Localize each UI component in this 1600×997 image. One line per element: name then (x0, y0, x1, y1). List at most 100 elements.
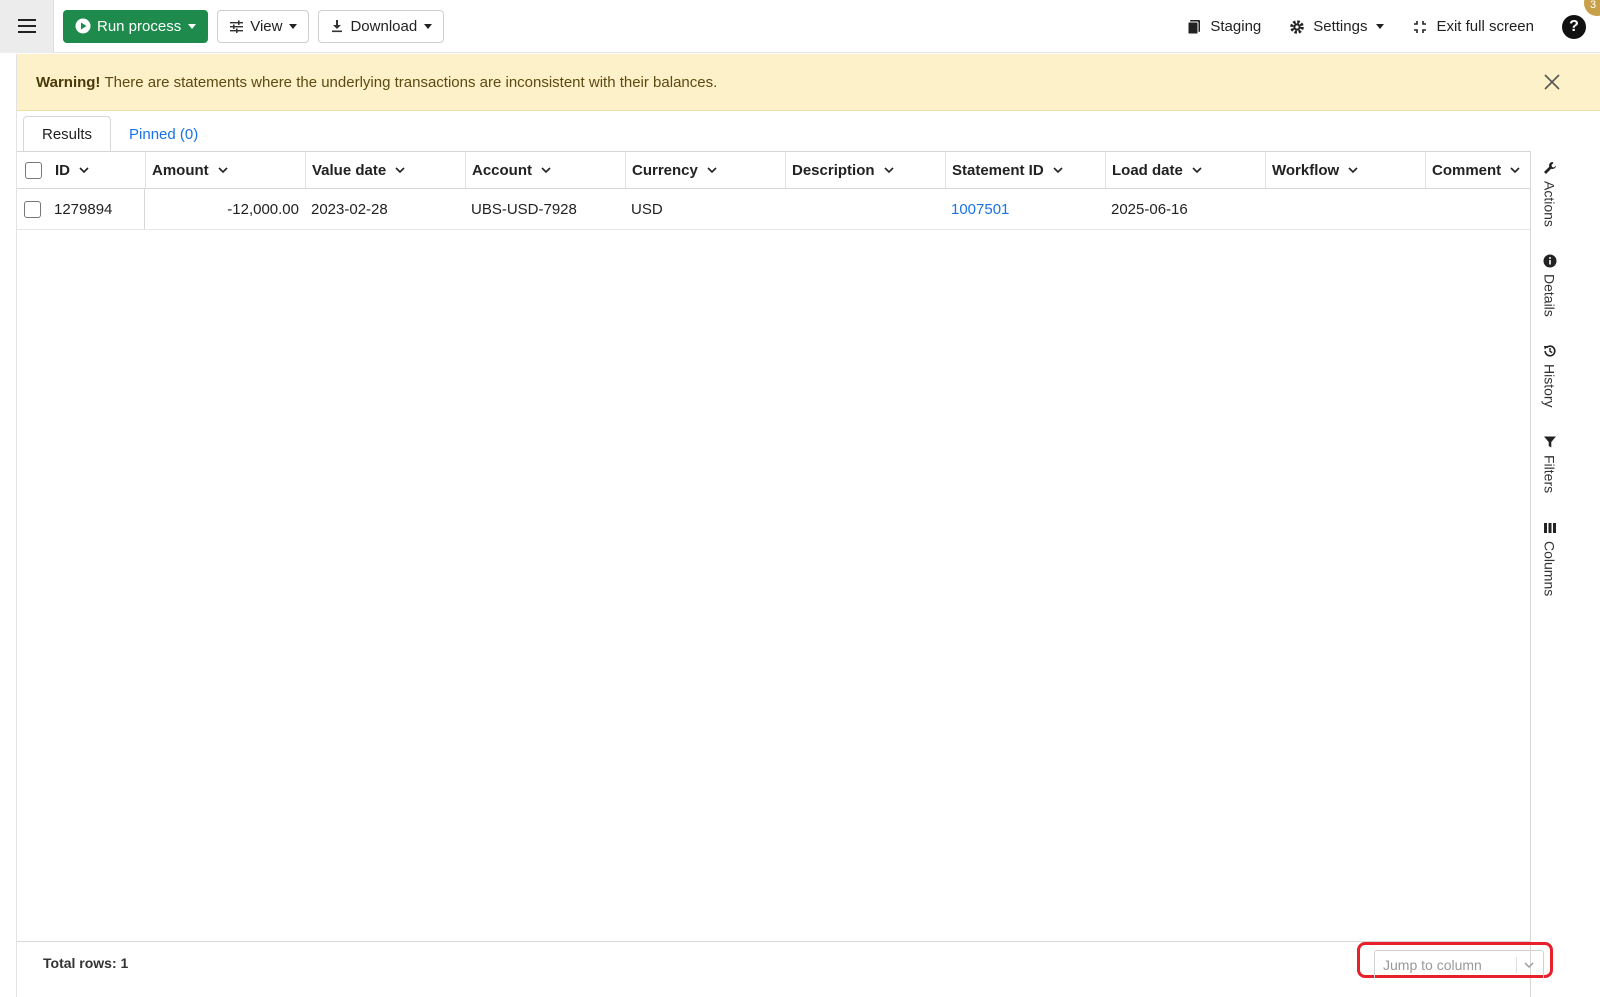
statement-id-link[interactable]: 1007501 (951, 201, 1009, 218)
total-rows: Total rows: 1 (43, 955, 128, 971)
column-label: Amount (152, 161, 209, 179)
notification-count: 3 (1590, 0, 1597, 11)
tab-results[interactable]: Results (23, 116, 112, 152)
warning-label: Warning! (36, 73, 101, 91)
warning-message: There are statements where the underlyin… (104, 73, 718, 91)
result-tabs: Results Pinned (0) (23, 116, 216, 152)
sidebar-item-label: Filters (1541, 455, 1558, 494)
chevron-down-icon (79, 167, 89, 174)
view-button[interactable]: View (217, 9, 310, 43)
column-label: Currency (632, 161, 698, 179)
column-label: Workflow (1272, 161, 1340, 179)
filter-icon (1543, 436, 1556, 448)
chevron-down-icon (1348, 167, 1358, 174)
column-header-statement-id[interactable]: Statement ID (945, 152, 1105, 188)
history-icon (1543, 345, 1556, 357)
total-rows-label: Total rows: (43, 955, 117, 971)
columns-icon (1543, 523, 1556, 533)
column-header-description[interactable]: Description (785, 152, 945, 188)
download-label: Download (350, 17, 418, 35)
warning-banner: Warning! There are statements where the … (17, 54, 1600, 111)
row-id: 1279894 (54, 200, 113, 218)
menu-toggle-button[interactable] (0, 0, 54, 53)
sidebar-item-actions[interactable]: Actions (1531, 161, 1568, 227)
column-header-id[interactable]: ID (17, 152, 145, 188)
column-header-amount[interactable]: Amount (145, 152, 305, 188)
select-separator (1516, 957, 1517, 973)
chevron-down-icon (1510, 167, 1520, 174)
results-grid: ID Amount Value date Account Currency De… (17, 151, 1530, 941)
exit-full-screen-label: Exit full screen (1436, 18, 1534, 35)
documents-icon (1187, 19, 1201, 34)
chevron-down-icon (1192, 167, 1202, 174)
sidebar-item-label: Details (1541, 274, 1558, 317)
chevron-down-icon (218, 167, 228, 174)
column-header-currency[interactable]: Currency (625, 152, 785, 188)
cell-amount: -12,000.00 (227, 200, 299, 218)
column-header-value-date[interactable]: Value date (305, 152, 465, 188)
hamburger-icon (17, 19, 36, 33)
top-toolbar: Run process View Download Staging Settin… (0, 0, 1600, 53)
cell-statement-id: 1007501 (945, 189, 1105, 229)
column-label: ID (55, 161, 70, 179)
staging-button[interactable]: Staging (1186, 18, 1261, 35)
column-header-comment[interactable]: Comment (1425, 152, 1530, 188)
row-checkbox[interactable] (24, 200, 41, 218)
sidebar-item-label: Actions (1541, 181, 1558, 227)
column-label: Statement ID (952, 161, 1044, 179)
settings-label: Settings (1313, 18, 1368, 35)
sliders-icon (230, 20, 244, 33)
sidebar-item-label: History (1541, 364, 1558, 408)
compress-icon (1414, 20, 1427, 33)
column-header-account[interactable]: Account (465, 152, 625, 188)
download-icon (332, 20, 343, 33)
chevron-down-icon (1053, 167, 1063, 174)
view-label: View (250, 17, 283, 35)
sidebar-item-details[interactable]: Details (1531, 254, 1568, 317)
column-label: Description (792, 161, 875, 179)
gear-icon (1290, 19, 1305, 34)
grid-header: ID Amount Value date Account Currency De… (17, 152, 1530, 189)
sidebar-item-filters[interactable]: Filters (1531, 435, 1568, 493)
close-icon[interactable] (1542, 72, 1562, 92)
table-row[interactable]: 1279894 -12,000.00 2023-02-28 UBS-USD-79… (17, 189, 1530, 230)
chevron-down-icon (1376, 24, 1385, 29)
select-all-checkbox[interactable] (25, 161, 42, 179)
cell-currency: USD (631, 200, 663, 218)
jump-to-column-placeholder: Jump to column (1383, 956, 1482, 973)
jump-to-column-highlight: Jump to column (1357, 942, 1553, 978)
column-header-workflow[interactable]: Workflow (1265, 152, 1425, 188)
run-process-button[interactable]: Run process (63, 9, 209, 43)
cell-value-date: 2023-02-28 (311, 200, 388, 218)
jump-to-column-select[interactable]: Jump to column (1374, 950, 1544, 978)
question-icon: ? (1569, 17, 1579, 35)
grid-footer: Total rows: 1 Jump to column (17, 941, 1553, 997)
column-header-load-date[interactable]: Load date (1105, 152, 1265, 188)
cell-description (785, 189, 945, 229)
staging-label: Staging (1210, 18, 1262, 35)
chevron-down-icon (1524, 962, 1534, 968)
chevron-down-icon (541, 167, 551, 174)
settings-button[interactable]: Settings (1289, 18, 1385, 35)
chevron-down-icon (883, 167, 894, 174)
right-sidebar: Actions Details History Filters Columns (1530, 151, 1567, 997)
column-label: Comment (1432, 161, 1502, 179)
chevron-down-icon (188, 23, 197, 29)
tab-pinned[interactable]: Pinned (0) (111, 116, 216, 152)
sidebar-item-history[interactable]: History (1531, 344, 1568, 408)
cell-workflow (1265, 189, 1425, 229)
left-gutter (0, 54, 17, 997)
notification-badge[interactable]: 3 (1584, 0, 1600, 16)
cell-account: UBS-USD-7928 (471, 200, 577, 218)
chevron-down-icon (395, 167, 405, 174)
column-label: Account (472, 161, 532, 179)
exit-full-screen-button[interactable]: Exit full screen (1412, 18, 1534, 35)
wrench-icon (1543, 162, 1556, 174)
download-button[interactable]: Download (318, 9, 445, 43)
column-label: Load date (1112, 161, 1183, 179)
help-button[interactable]: ? (1562, 14, 1586, 39)
column-label: Value date (312, 161, 387, 179)
run-process-label: Run process (97, 17, 182, 35)
sidebar-item-columns[interactable]: Columns (1531, 521, 1568, 596)
play-circle-icon (75, 18, 91, 34)
